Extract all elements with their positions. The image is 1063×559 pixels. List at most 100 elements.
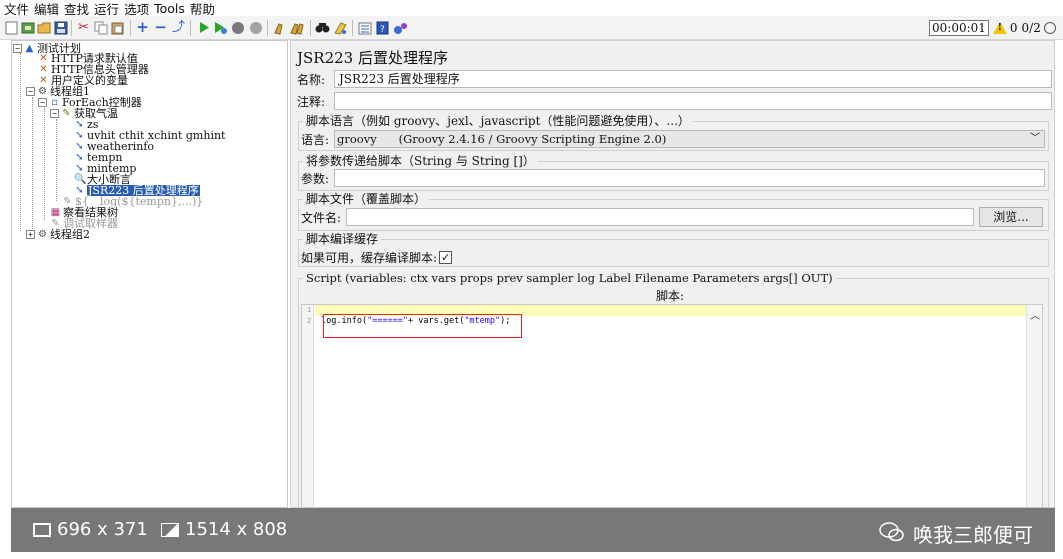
language-value: groovy (Groovy 2.4.16 / Groovy Scripting…: [337, 132, 667, 146]
expand-icon[interactable]: +: [135, 20, 150, 35]
cache-checkbox[interactable]: ✓: [439, 250, 453, 264]
group-title: 脚本编译缓存: [303, 231, 382, 247]
menu-file[interactable]: 文件: [4, 0, 29, 18]
sampler-icon: ✎: [51, 217, 60, 229]
elapsed-timer: 00:00:01: [929, 20, 989, 36]
language-select[interactable]: groovy (Groovy 2.4.16 / Groovy Scripting…: [334, 130, 1045, 148]
comment-label: 注释:: [297, 94, 326, 109]
search-icon[interactable]: [315, 20, 330, 35]
extractor-icon: ➘: [75, 118, 84, 130]
shutdown-icon[interactable]: [248, 20, 263, 35]
svg-text:?: ?: [380, 25, 385, 35]
collapse-toggle[interactable]: −: [26, 87, 35, 96]
save-icon[interactable]: [53, 20, 68, 35]
menu-edit[interactable]: 编辑: [34, 0, 59, 18]
line-number: 2: [307, 317, 312, 325]
thread-group-icon: ⚙: [38, 228, 47, 240]
wechat-icon: [879, 521, 905, 547]
dimension-info-1: 696 x 371: [33, 520, 148, 540]
reset-search-icon[interactable]: [333, 20, 348, 35]
menu-search[interactable]: 查找: [64, 0, 89, 18]
element-config-panel: JSR223 后置处理程序 名称: JSR223 后置处理程序 注释: 脚本语言…: [290, 40, 1055, 508]
collapse-toggle[interactable]: −: [38, 98, 47, 107]
line-number-gutter: 1 2: [302, 305, 314, 507]
assertion-icon: 🔍: [74, 173, 87, 185]
menu-bar: 文件 编辑 查找 运行 选项 Tools 帮助: [0, 0, 1063, 18]
clear-icon[interactable]: [272, 20, 287, 35]
templates-icon[interactable]: [20, 20, 35, 35]
toggle-icon[interactable]: ⤴: [171, 20, 186, 35]
start-icon[interactable]: [196, 20, 211, 35]
image-icon: [161, 523, 179, 537]
browse-button[interactable]: 浏览...: [979, 207, 1043, 227]
page-title: JSR223 后置处理程序: [297, 49, 448, 67]
extractor-icon: ➘: [75, 129, 84, 141]
group-title: Script (variables: ctx vars props prev s…: [303, 270, 836, 286]
highlight-box: [323, 314, 522, 338]
dimension-info-2: 1514 x 808: [161, 520, 287, 540]
tree-node-thread-group-2[interactable]: + ⚙ 线程组2: [26, 229, 90, 240]
thread-status-icon: [1043, 22, 1056, 34]
script-editor[interactable]: 1 2 log.info("======"+ vars.get("mtemp")…: [301, 304, 1043, 508]
stop-icon[interactable]: [230, 20, 245, 35]
group-title: 脚本语言（例如 groovy、jexl、javascript（性能问题避免使用）…: [303, 113, 693, 129]
filename-label: 文件名:: [301, 210, 342, 225]
controller-icon: ▫: [51, 96, 58, 108]
thread-count: 0/2: [1021, 21, 1041, 35]
sampler-icon: ✎: [63, 195, 72, 207]
language-label: 语言:: [301, 132, 330, 147]
listener-icon: ▦: [50, 206, 61, 218]
tree-node-get-temperature[interactable]: − ✎ 获取气温: [50, 108, 118, 119]
line-number: 1: [307, 306, 312, 314]
parameters-field[interactable]: [334, 169, 1045, 187]
extractor-icon: ➘: [75, 162, 84, 174]
extractor-icon: ➘: [75, 151, 84, 163]
help-icon[interactable]: ?: [375, 20, 390, 35]
script-label: 脚本:: [656, 289, 685, 303]
menu-options[interactable]: 选项: [124, 0, 149, 18]
collapse-toggle[interactable]: −: [50, 109, 59, 118]
cut-icon[interactable]: ✂: [76, 20, 91, 35]
copy-icon[interactable]: [93, 20, 108, 35]
parameters-row: 参数:: [301, 169, 329, 187]
expand-toggle[interactable]: +: [26, 230, 35, 239]
filename-field[interactable]: [346, 208, 974, 226]
paste-icon[interactable]: [110, 20, 125, 35]
group-title: 脚本文件（覆盖脚本）: [303, 191, 430, 207]
post-processor-icon: ➘: [75, 184, 84, 196]
menu-run[interactable]: 运行: [94, 0, 119, 18]
screen-size-icon: [33, 523, 51, 537]
test-plan-icon: ▲: [25, 42, 34, 54]
cache-label: 如果可用，缓存编译脚本:: [301, 250, 438, 265]
toolbar: ✂ + − ⤴ ? 00:00:01 ! 0 0/2: [0, 16, 1063, 40]
extractor-icon: ➘: [75, 140, 84, 152]
name-field[interactable]: JSR223 后置处理程序: [334, 70, 1052, 88]
config-icon: ✕: [39, 63, 48, 75]
open-icon[interactable]: [37, 20, 52, 35]
vertical-scrollbar[interactable]: ︿: [1026, 305, 1042, 507]
image-info-overlay: 696 x 371 1514 x 808 唤我三郎便可: [11, 508, 1055, 552]
scroll-up-icon[interactable]: ︿: [1030, 307, 1040, 322]
new-icon[interactable]: [4, 20, 19, 35]
name-label: 名称:: [297, 72, 326, 87]
comment-field[interactable]: [334, 92, 1052, 110]
thread-group-icon: ⚙: [38, 85, 47, 97]
comment-row: 注释:: [297, 92, 325, 110]
chevron-down-icon: ﹀: [1030, 133, 1040, 144]
sampler-icon: ✎: [62, 107, 71, 119]
filename-row: 文件名:: [301, 208, 341, 226]
collapse-icon[interactable]: −: [153, 20, 168, 35]
menu-tools[interactable]: Tools: [154, 1, 185, 16]
parameters-label: 参数:: [301, 171, 330, 186]
warning-icon[interactable]: !: [992, 22, 1007, 34]
language-row: 语言:: [301, 130, 329, 148]
start-no-pause-icon[interactable]: [212, 20, 227, 35]
function-helper-icon[interactable]: [357, 20, 372, 35]
collapse-toggle[interactable]: −: [13, 44, 22, 53]
cache-row: 如果可用，缓存编译脚本: ✓: [301, 248, 453, 266]
name-row: 名称:: [297, 70, 325, 88]
clear-all-icon[interactable]: [290, 20, 305, 35]
menu-help[interactable]: 帮助: [190, 0, 215, 18]
config-icon: ✕: [39, 74, 48, 86]
remote-icon[interactable]: [393, 20, 408, 35]
